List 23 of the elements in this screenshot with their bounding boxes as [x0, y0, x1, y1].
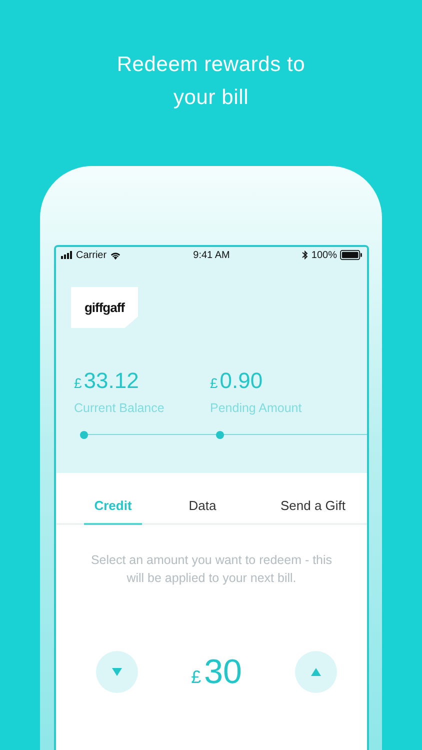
- tab[interactable]: Data: [152, 490, 252, 525]
- wifi-icon: [110, 250, 121, 260]
- balance-label: Current Balance: [74, 401, 166, 415]
- timeline-dot: [216, 431, 224, 439]
- balance-label: Pending Amount: [210, 401, 303, 415]
- battery-icon: [340, 250, 362, 260]
- status-time: 9:41 AM: [193, 250, 230, 260]
- headline: Redeem rewards to your bill: [116, 52, 306, 111]
- balance-amount: £0.90: [210, 368, 264, 395]
- increase-button[interactable]: [295, 651, 337, 693]
- signal-icon: [61, 251, 73, 259]
- down-triangle-icon: [112, 668, 122, 676]
- amount-value: £30: [191, 652, 242, 692]
- carrier-name: Carrier: [76, 250, 107, 260]
- timeline-dot: [80, 431, 88, 439]
- battery-percent: 100%: [311, 250, 337, 260]
- up-triangle-icon: [311, 668, 321, 676]
- balance-amount: £33.12: [74, 368, 140, 395]
- description-text: Select an amount you want to redeem - this will be applied to your next bill.: [90, 552, 334, 587]
- tab[interactable]: Send a Gift: [263, 490, 363, 525]
- decrease-button[interactable]: [96, 651, 138, 693]
- bluetooth-icon: [302, 250, 308, 260]
- brand-logo: giffgaff: [71, 287, 138, 328]
